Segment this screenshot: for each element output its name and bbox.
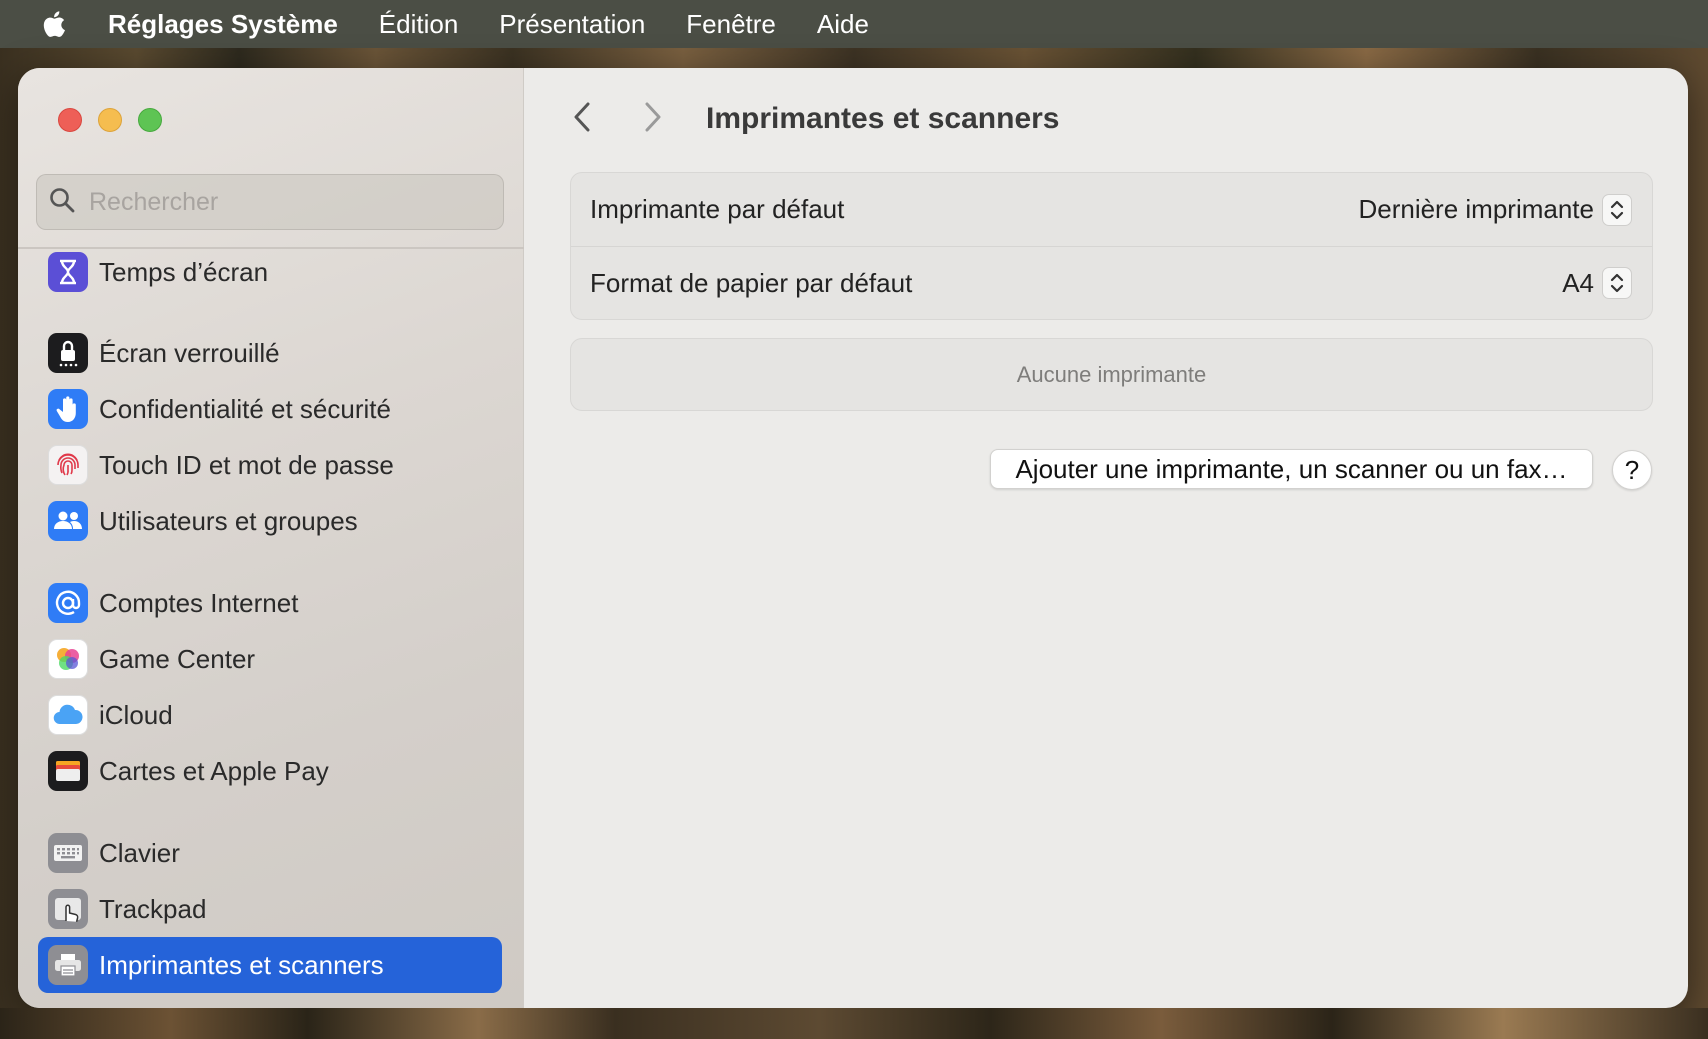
users-icon [48, 501, 88, 541]
search-icon [49, 187, 75, 218]
fingerprint-icon [48, 445, 88, 485]
zoom-button[interactable] [138, 108, 162, 132]
chevron-up-down-icon [1602, 193, 1632, 226]
desktop-wallpaper [0, 1008, 1708, 1039]
sidebar-item-trackpad[interactable]: Trackpad [38, 881, 502, 937]
paper-size-row: Format de papier par défaut A4 [571, 246, 1652, 319]
sidebar-item-privacy[interactable]: Confidentialité et sécurité [38, 381, 502, 437]
page-title: Imprimantes et scanners [706, 102, 1060, 135]
game-center-icon [48, 639, 88, 679]
cloud-icon [48, 695, 88, 735]
forward-button[interactable] [641, 100, 665, 134]
wallet-icon [48, 751, 88, 791]
sidebar-item-label: Confidentialité et sécurité [99, 393, 391, 424]
sidebar-item-label: Utilisateurs et groupes [99, 505, 358, 536]
lock-screen-icon [48, 333, 88, 373]
empty-printer-list: Aucune imprimante [1016, 361, 1207, 387]
sidebar-item-label: Cartes et Apple Pay [99, 755, 329, 786]
sidebar-item-label: Imprimantes et scanners [99, 949, 384, 980]
sidebar-item-label: Game Center [99, 643, 256, 674]
search-field[interactable] [36, 174, 504, 230]
default-printer-popup[interactable]: Dernière imprimante [1358, 193, 1632, 226]
at-icon [48, 583, 88, 623]
trackpad-icon [48, 889, 88, 929]
sidebar-item-screen-time[interactable]: Temps d’écran [38, 244, 502, 300]
default-settings-group: Imprimante par défaut Dernière imprimant… [570, 172, 1653, 320]
menu-bar: Réglages Système Édition Présentation Fe… [0, 0, 1708, 48]
default-printer-value: Dernière imprimante [1358, 194, 1594, 224]
chevron-up-down-icon [1602, 267, 1632, 299]
minimize-button[interactable] [98, 108, 122, 132]
add-printer-button[interactable]: Ajouter une imprimante, un scanner ou un… [990, 449, 1593, 489]
menu-app-name[interactable]: Réglages Système [108, 9, 338, 40]
keyboard-icon [48, 833, 88, 873]
sidebar-item-game-center[interactable]: Game Center [38, 631, 502, 687]
sidebar-item-wallet[interactable]: Cartes et Apple Pay [38, 743, 502, 799]
close-button[interactable] [58, 108, 82, 132]
printer-list: Aucune imprimante [570, 338, 1653, 411]
sidebar-item-label: Clavier [99, 837, 180, 868]
sidebar-item-label: Trackpad [99, 893, 207, 924]
main-panel: Imprimantes et scanners Imprimante par d… [524, 68, 1688, 1008]
sidebar-item-internet-accounts[interactable]: Comptes Internet [38, 575, 502, 631]
sidebar-item-label: Comptes Internet [99, 587, 299, 618]
sidebar-item-touch-id[interactable]: Touch ID et mot de passe [38, 437, 502, 493]
sidebar-item-users[interactable]: Utilisateurs et groupes [38, 493, 502, 549]
sidebar-item-label: Touch ID et mot de passe [99, 449, 394, 480]
sidebar-item-lock-screen[interactable]: Écran verrouillé [38, 325, 502, 381]
settings-window: Temps d’écran Écran verrouillé Confident… [18, 68, 1688, 1008]
hand-icon [48, 389, 88, 429]
help-button[interactable]: ? [1612, 450, 1652, 490]
window-controls [58, 108, 162, 132]
paper-size-popup[interactable]: A4 [1562, 267, 1632, 299]
paper-size-value: A4 [1562, 267, 1594, 298]
sidebar-item-label: iCloud [99, 699, 173, 730]
sidebar-item-printers[interactable]: Imprimantes et scanners [38, 937, 502, 993]
paper-size-label: Format de papier par défaut [590, 267, 913, 298]
default-printer-row: Imprimante par défaut Dernière imprimant… [571, 173, 1652, 246]
printer-icon [48, 945, 88, 985]
menu-fenetre[interactable]: Fenêtre [686, 9, 776, 40]
sidebar-item-label: Temps d’écran [99, 256, 269, 287]
sidebar-item-label: Écran verrouillé [99, 337, 280, 368]
menu-aide[interactable]: Aide [817, 9, 869, 40]
menu-presentation[interactable]: Présentation [499, 9, 645, 40]
sidebar-item-icloud[interactable]: iCloud [38, 687, 502, 743]
default-printer-label: Imprimante par défaut [590, 194, 845, 224]
search-input[interactable] [89, 187, 469, 217]
sidebar-item-keyboard[interactable]: Clavier [38, 825, 502, 881]
hourglass-icon [48, 252, 88, 292]
back-button[interactable] [570, 100, 594, 134]
menu-edition[interactable]: Édition [379, 9, 459, 40]
apple-logo-icon[interactable] [40, 8, 68, 40]
sidebar: Temps d’écran Écran verrouillé Confident… [18, 68, 524, 1008]
